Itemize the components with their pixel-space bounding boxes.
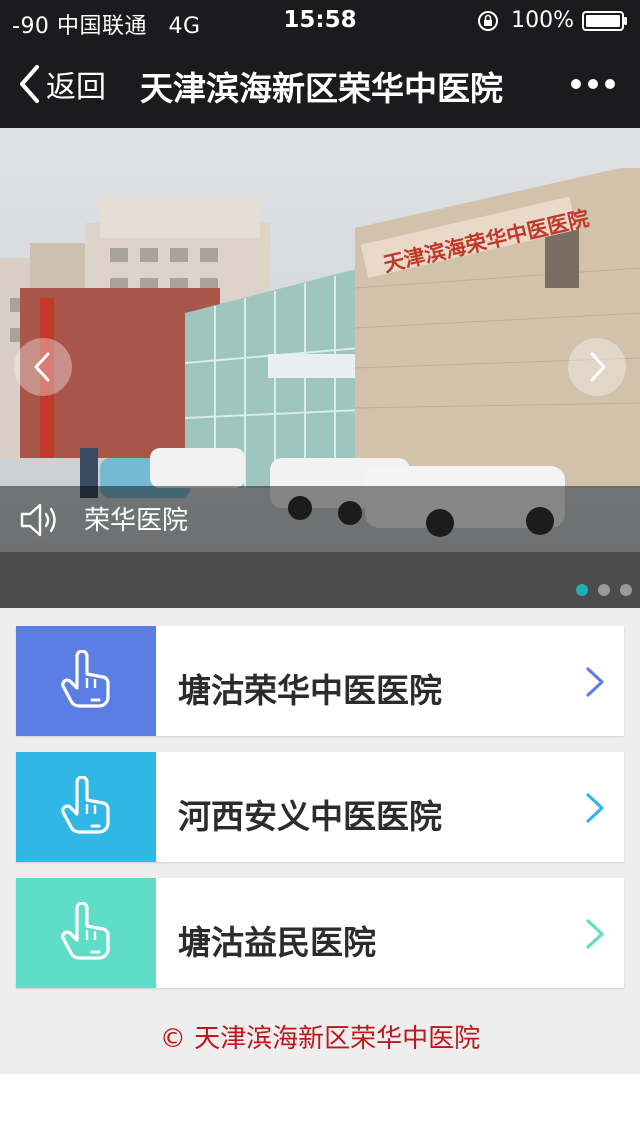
chevron-right-icon — [586, 793, 604, 823]
hospital-list: 塘沽荣华中医医院 河西安义中医医院 塘沽益民医院 © 天津滨海新区荣华中医院 — [0, 608, 640, 1074]
carousel-prev-button[interactable] — [14, 338, 72, 396]
back-label: 返回 — [46, 70, 106, 105]
carousel-next-button[interactable] — [568, 338, 626, 396]
hospital-card-tanggu-ronghua[interactable]: 塘沽荣华中医医院 — [16, 626, 624, 736]
pointing-hand-icon — [61, 650, 110, 708]
banner-caption: 荣华医院 — [84, 506, 189, 536]
nav-bar: 返回 天津滨海新区荣华中医院 — [0, 40, 640, 128]
more-dots-icon[interactable] — [570, 74, 616, 94]
hospital-card-hexi-anyi[interactable]: 河西安义中医医院 — [16, 752, 624, 862]
pointing-hand-icon — [61, 902, 110, 960]
battery-icon — [582, 10, 627, 31]
carousel-dot-3[interactable] — [620, 584, 632, 596]
pointing-hand-icon — [61, 776, 110, 834]
hospital-card-tanggu-yimin[interactable]: 塘沽益民医院 — [16, 878, 624, 988]
hospital-name: 河西安义中医医院 — [178, 797, 442, 836]
speaker-icon[interactable] — [18, 500, 64, 540]
chevron-right-icon — [586, 919, 604, 949]
page-title: 天津滨海新区荣华中医院 — [140, 69, 503, 108]
chevron-right-icon — [590, 352, 606, 382]
status-right: 100% — [477, 8, 628, 33]
banner-indicator-bar — [0, 552, 640, 608]
copyright-footer: © 天津滨海新区荣华中医院 — [159, 1024, 481, 1054]
icon-block — [16, 626, 156, 736]
carousel-dot-1[interactable] — [576, 584, 588, 596]
chevron-left-icon — [20, 65, 39, 103]
chevron-left-icon — [34, 352, 50, 382]
hospital-name: 塘沽荣华中医医院 — [178, 671, 442, 710]
icon-block — [16, 752, 156, 862]
hospital-name: 塘沽益民医院 — [178, 923, 376, 962]
carousel-dot-2[interactable] — [598, 584, 610, 596]
icon-block — [16, 878, 156, 988]
battery-percent: 100% — [511, 8, 574, 33]
carousel-dots — [566, 584, 632, 596]
chevron-right-icon — [586, 667, 604, 697]
rotation-lock-icon — [478, 10, 499, 31]
back-button[interactable]: 返回 — [18, 62, 106, 106]
banner-carousel[interactable]: 天津滨海荣华中医医院 荣华医院 — [0, 128, 640, 608]
status-bar: -90 中国联通 4G 15:58 100% — [0, 0, 640, 40]
